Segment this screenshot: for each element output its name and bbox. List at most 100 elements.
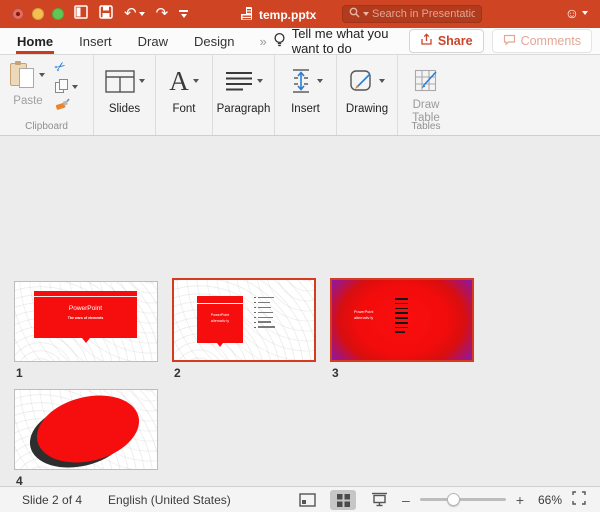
slide2-title-box: PowerPoint alternativ ly — [197, 296, 243, 343]
share-icon — [420, 33, 433, 49]
slide2-box-subtitle: alternativ ly — [197, 319, 243, 323]
search-scope-chevron-icon[interactable] — [363, 12, 369, 16]
title-bar: ↶ ↷ temp.pptx Search in Presentation ☺ — [0, 0, 600, 28]
paragraph-chevron-icon[interactable] — [257, 79, 263, 83]
slides-chevron-icon[interactable] — [139, 79, 145, 83]
zoom-percentage[interactable]: 66% — [534, 493, 562, 507]
copy-chevron-icon[interactable] — [72, 85, 78, 89]
clipboard-group-label: Clipboard — [0, 121, 93, 132]
draw-table-button[interactable] — [398, 63, 454, 99]
ribbon: Paste ✂ Clipboard Slides A Font — [0, 55, 600, 136]
tab-insert[interactable]: Insert — [78, 29, 113, 53]
paste-chevron-icon[interactable] — [39, 73, 45, 77]
smiley-icon: ☺ — [565, 5, 579, 21]
customize-toolbar-button[interactable] — [179, 10, 188, 18]
new-document-icon[interactable] — [74, 5, 88, 24]
undo-icon: ↶ — [124, 6, 137, 22]
slides-group: Slides — [94, 55, 156, 135]
slide-thumbnail-1[interactable]: PowerPoint The wars of elements — [14, 281, 158, 362]
zoom-in-button[interactable]: + — [516, 492, 524, 508]
tell-me-label: Tell me what you want to do — [292, 26, 409, 56]
cut-icon[interactable]: ✂ — [51, 57, 69, 76]
tell-me-box[interactable]: Tell me what you want to do — [273, 26, 409, 56]
paragraph-group: Paragraph — [213, 55, 275, 135]
copy-icon — [55, 79, 69, 94]
fit-to-window-icon — [572, 491, 586, 505]
ribbon-tab-bar: Home Insert Draw Design » Tell me what y… — [0, 28, 600, 55]
search-icon — [349, 5, 360, 23]
paragraph-button[interactable] — [213, 63, 274, 99]
slides-button[interactable] — [94, 63, 155, 99]
zoom-slider[interactable] — [420, 498, 506, 501]
more-tabs-indicator[interactable]: » — [259, 34, 264, 49]
tables-group: Draw Table Tables — [398, 55, 454, 135]
slides-icon — [105, 70, 135, 93]
paragraph-label: Paragraph — [213, 103, 274, 115]
tab-design[interactable]: Design — [193, 29, 235, 53]
undo-button[interactable]: ↶ — [124, 6, 145, 22]
slide-sorter-icon — [336, 493, 351, 507]
tab-draw[interactable]: Draw — [137, 29, 169, 53]
zoom-slider-thumb[interactable] — [447, 493, 460, 506]
document-title-area: temp.pptx — [240, 6, 316, 24]
slide-number-3: 3 — [332, 366, 339, 380]
tab-home[interactable]: Home — [16, 29, 54, 53]
font-group: A Font — [156, 55, 213, 135]
feedback-button[interactable]: ☺ — [565, 5, 588, 21]
drawing-group: Drawing — [337, 55, 398, 135]
powerpoint-file-icon — [240, 6, 253, 24]
slide-sorter-view-button[interactable] — [330, 490, 356, 510]
font-label: Font — [156, 103, 212, 115]
slide-number-1: 1 — [16, 366, 23, 380]
slide-number-2: 2 — [174, 366, 181, 380]
fit-slide-to-window-button[interactable] — [572, 491, 586, 508]
insert-chevron-icon[interactable] — [317, 79, 323, 83]
slide3-bullet-list — [395, 298, 408, 333]
drawing-icon — [349, 69, 375, 94]
customize-toolbar-icon — [179, 10, 188, 12]
slide-thumbnail-3[interactable]: PowerPoint alternativ ly — [330, 278, 474, 362]
search-input[interactable]: Search in Presentation — [342, 5, 482, 23]
comments-label: Comments — [521, 34, 581, 48]
draw-table-icon — [414, 69, 439, 93]
close-window-button[interactable] — [12, 8, 24, 20]
paragraph-icon — [225, 71, 253, 91]
language-indicator[interactable]: English (United States) — [108, 493, 231, 507]
comments-button[interactable]: Comments — [492, 29, 592, 53]
undo-chevron-icon[interactable] — [139, 12, 145, 16]
slide-sorter-canvas[interactable]: PowerPoint The wars of elements 1 PowerP… — [0, 136, 600, 486]
slide2-box-title: PowerPoint — [197, 313, 243, 317]
drawing-button[interactable] — [337, 63, 397, 99]
minimize-window-button[interactable] — [32, 8, 44, 20]
copy-button[interactable] — [55, 79, 78, 94]
slide-thumbnail-4[interactable] — [14, 389, 158, 470]
insert-button[interactable] — [275, 63, 336, 99]
slide3-text: PowerPoint alternativ ly — [354, 310, 394, 321]
drawing-chevron-icon[interactable] — [379, 79, 385, 83]
zoom-window-button[interactable] — [52, 8, 64, 20]
paste-button[interactable]: Paste — [8, 61, 48, 119]
slides-label: Slides — [94, 103, 155, 115]
tables-group-label: Tables — [398, 121, 454, 132]
normal-view-button[interactable] — [294, 490, 320, 510]
slide1-subtitle: The wars of elements — [34, 316, 137, 320]
window-controls — [12, 8, 64, 20]
customize-toolbar-chevron-icon — [181, 14, 187, 18]
normal-view-icon — [299, 493, 316, 507]
redo-icon[interactable]: ↷ — [156, 6, 169, 22]
insert-group: Insert — [275, 55, 337, 135]
save-icon[interactable] — [99, 5, 113, 24]
font-button[interactable]: A — [156, 63, 212, 99]
zoom-out-button[interactable]: – — [402, 492, 410, 508]
paste-page-icon — [19, 68, 34, 88]
insert-label: Insert — [275, 103, 336, 115]
slideshow-icon — [371, 492, 388, 507]
slide1-title: PowerPoint — [34, 305, 137, 312]
slide2-bullet-list — [254, 297, 275, 328]
format-painter-icon[interactable] — [55, 98, 70, 116]
slideshow-view-button[interactable] — [366, 490, 392, 510]
slide-thumbnail-2[interactable]: PowerPoint alternativ ly — [172, 278, 316, 362]
insert-icon — [289, 68, 313, 94]
font-chevron-icon[interactable] — [193, 79, 199, 83]
share-button[interactable]: Share — [409, 29, 484, 53]
